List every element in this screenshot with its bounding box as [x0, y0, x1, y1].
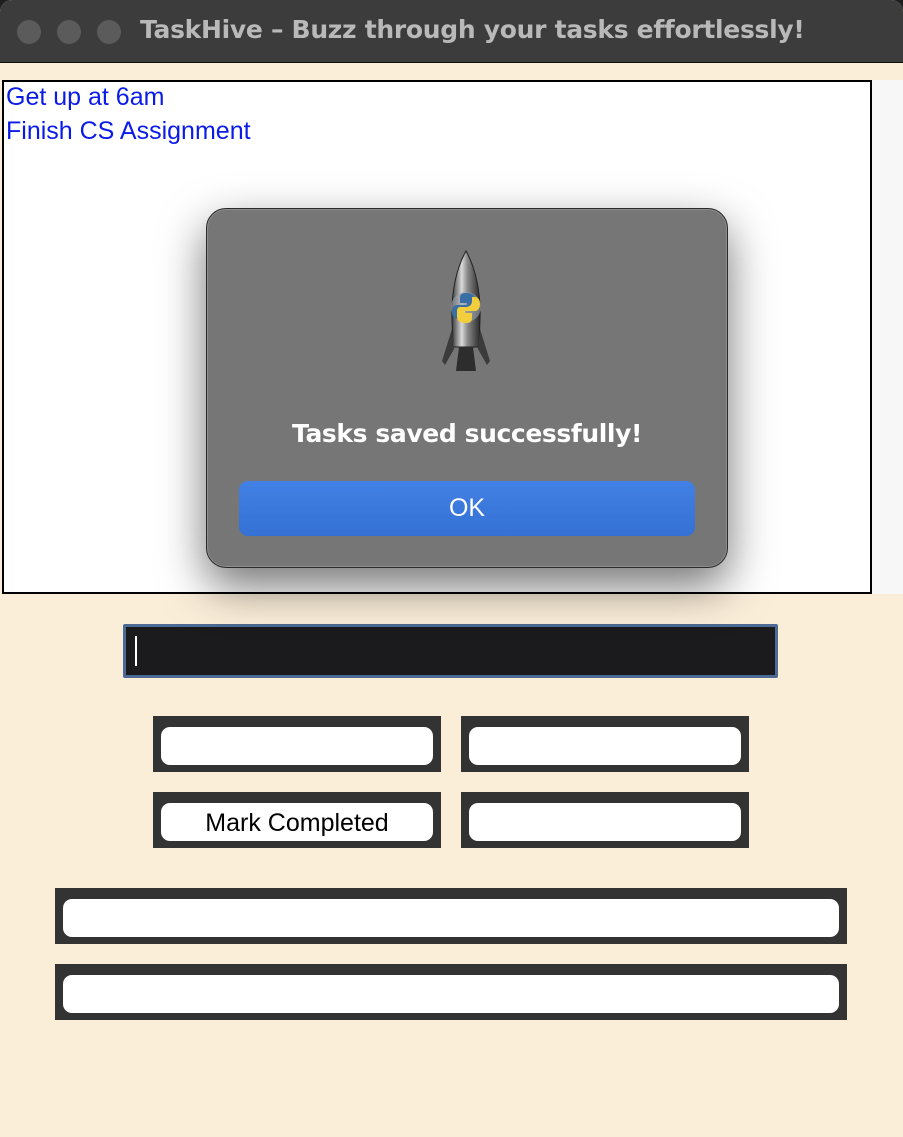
text-caret: [135, 636, 137, 666]
ok-button[interactable]: OK: [239, 481, 695, 536]
window-title: TaskHive – Buzz through your tasks effor…: [140, 15, 805, 44]
load-tasks-button[interactable]: [63, 975, 839, 1013]
delete-task-button[interactable]: [469, 727, 741, 765]
zoom-window-button[interactable]: [97, 20, 121, 44]
button-frame: [461, 792, 749, 848]
save-tasks-button[interactable]: [63, 899, 839, 937]
button-frame: Mark Completed: [153, 792, 441, 848]
listbox-scroll-edge: [872, 80, 903, 594]
alert-dialog: Tasks saved successfully! OK: [206, 208, 728, 568]
button-frame: [461, 716, 749, 772]
python-launcher-rocket-icon: [442, 249, 490, 371]
app-window: TaskHive – Buzz through your tasks effor…: [0, 0, 903, 1137]
task-item[interactable]: Finish CS Assignment: [6, 117, 251, 146]
unlabeled-button[interactable]: [469, 803, 741, 841]
button-frame: [55, 888, 847, 944]
title-bar: TaskHive – Buzz through your tasks effor…: [0, 0, 903, 63]
mark-completed-button[interactable]: Mark Completed: [161, 803, 433, 841]
close-window-button[interactable]: [17, 20, 41, 44]
button-frame: [153, 716, 441, 772]
task-input[interactable]: [123, 624, 778, 678]
add-task-button[interactable]: [161, 727, 433, 765]
minimize-window-button[interactable]: [57, 20, 81, 44]
button-frame: [55, 964, 847, 1020]
task-item[interactable]: Get up at 6am: [6, 83, 164, 112]
top-padding: [0, 63, 903, 81]
dialog-message: Tasks saved successfully!: [292, 419, 642, 448]
